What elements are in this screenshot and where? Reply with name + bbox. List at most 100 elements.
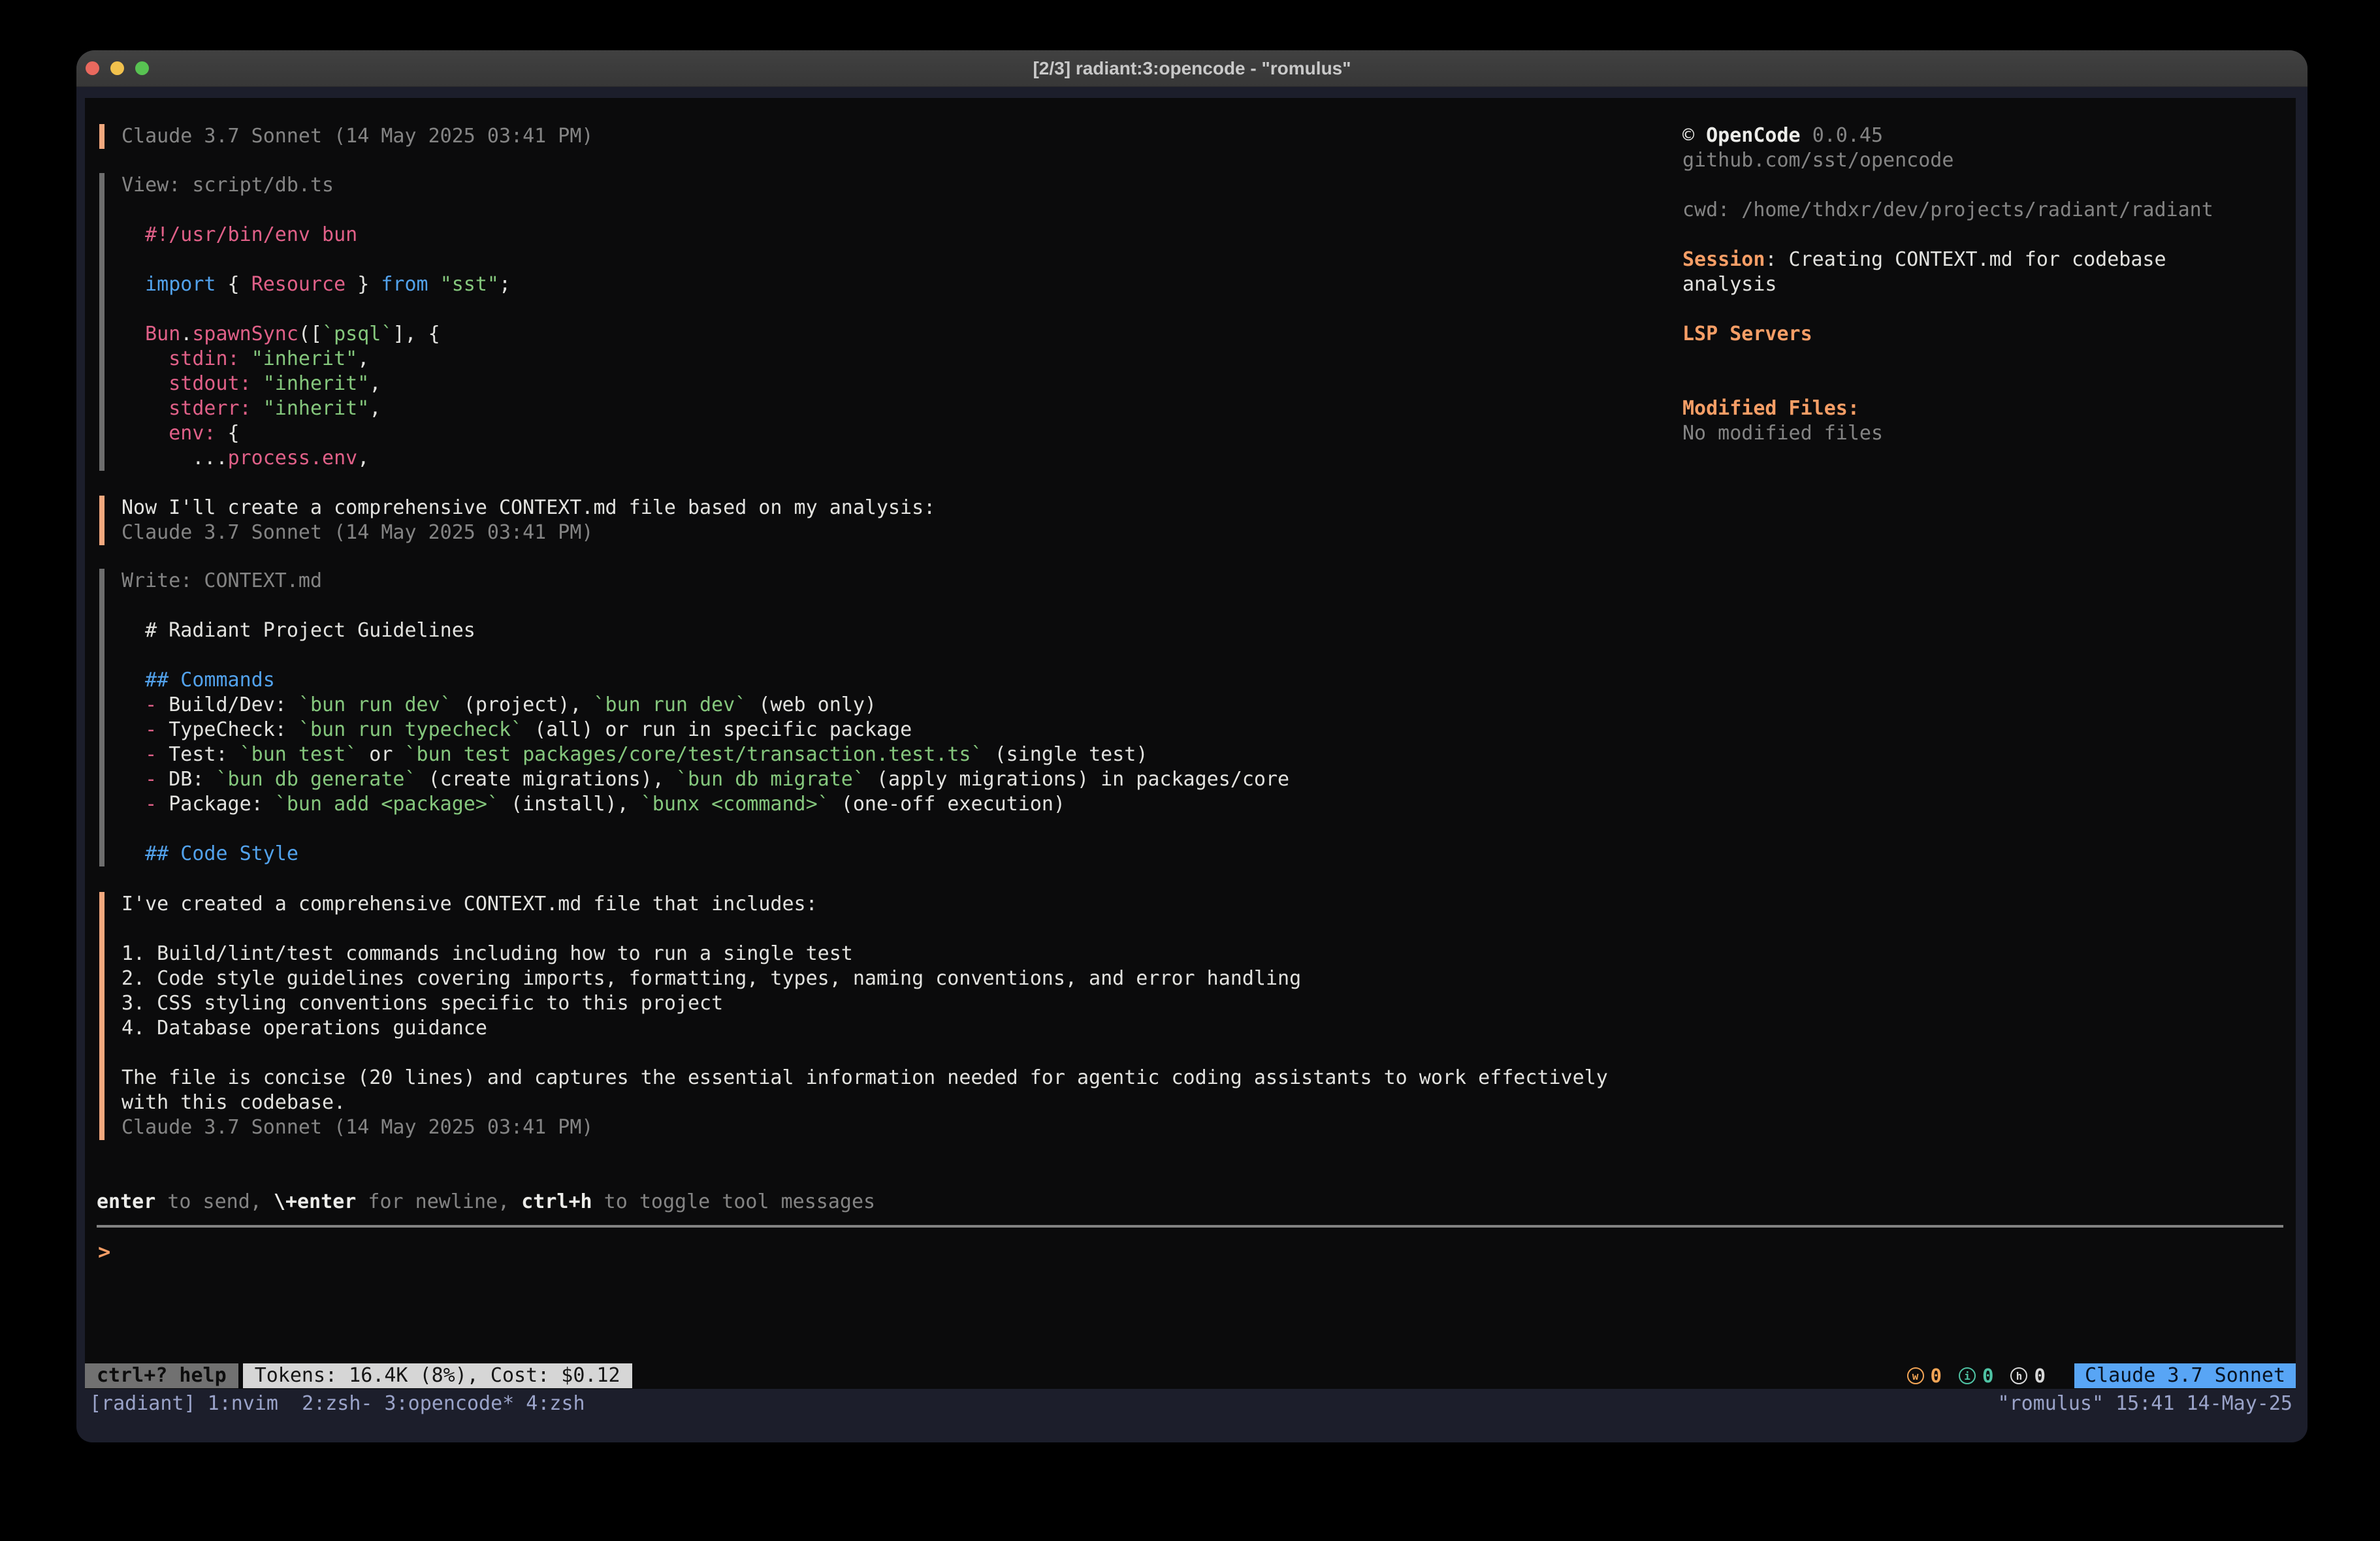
text-segment: (project),	[452, 693, 594, 716]
terminal-line	[1682, 347, 2213, 372]
terminal-line	[121, 594, 1289, 618]
terminal-line: - TypeCheck: `bun run typecheck` (all) o…	[121, 718, 1289, 742]
text-segment: `bun run dev`	[594, 693, 747, 716]
text-segment: `bun add <package>`	[275, 793, 499, 816]
terminal-line	[1682, 173, 2213, 198]
text-segment: 3. CSS styling conventions specific to t…	[121, 992, 723, 1015]
text-segment: `psql`	[322, 323, 393, 345]
prompt-caret-icon: >	[98, 1239, 110, 1264]
text-segment: -	[145, 768, 157, 791]
terminal-window: [2/3] radiant:3:opencode - "romulus" Cla…	[76, 50, 2308, 1442]
text-segment: \+enter	[274, 1190, 356, 1213]
text-segment: "inherit"	[263, 397, 370, 420]
terminal-line: Modified Files:	[1682, 396, 2213, 421]
terminal-line: Claude 3.7 Sonnet (14 May 2025 03:41 PM)	[121, 124, 593, 149]
text-segment: OpenCode	[1706, 124, 1801, 147]
text-segment: to send,	[155, 1190, 274, 1213]
diagnostic-hint: h0	[2010, 1365, 2045, 1387]
text-segment: DB:	[157, 768, 216, 791]
text-segment: (create migrations),	[417, 768, 676, 791]
close-button[interactable]	[86, 61, 99, 75]
text-segment: "sst"	[440, 273, 499, 296]
terminal-line: import { Resource } from "sst";	[121, 272, 511, 297]
terminal-line: 4. Database operations guidance	[121, 1016, 1608, 1041]
text-segment: (apply migrations) in packages/core	[865, 768, 1289, 791]
text-segment	[121, 347, 169, 370]
text-segment: stdin:	[169, 347, 239, 370]
text-segment: or	[357, 743, 404, 766]
help-chip: ctrl+? help	[85, 1363, 238, 1388]
terminal-line: stderr: "inherit",	[121, 396, 511, 421]
text-segment: .	[180, 323, 192, 345]
text-segment: ## Code Style	[121, 842, 298, 865]
text-segment: (single test)	[983, 743, 1148, 766]
titlebar[interactable]: [2/3] radiant:3:opencode - "romulus"	[76, 50, 2308, 87]
terminal-line: Claude 3.7 Sonnet (14 May 2025 03:41 PM)	[121, 520, 935, 545]
warning-count: 0	[1931, 1365, 1942, 1387]
terminal-line	[121, 917, 1608, 942]
text-segment	[121, 768, 145, 791]
text-segment: 4. Database operations guidance	[121, 1017, 487, 1040]
terminal-line: ## Commands	[121, 668, 1289, 693]
zoom-button[interactable]	[135, 61, 149, 75]
text-segment	[121, 223, 145, 246]
text-segment: `bun db generate`	[216, 768, 417, 791]
minimize-button[interactable]	[110, 61, 124, 75]
session-sidebar: © OpenCode 0.0.45github.com/sst/opencode…	[1682, 123, 2213, 446]
text-segment	[121, 397, 169, 420]
text-segment: `bun test`	[240, 743, 358, 766]
terminal-pane[interactable]: Claude 3.7 Sonnet (14 May 2025 03:41 PM)…	[85, 98, 2296, 1389]
text-segment: env:	[169, 422, 216, 445]
terminal-line	[121, 1041, 1608, 1066]
tmux-host-datetime: "romulus" 15:41 14-May-25	[1997, 1391, 2292, 1416]
terminal-line: I've created a comprehensive CONTEXT.md …	[121, 892, 1608, 917]
text-segment: from	[381, 273, 428, 296]
window-title: [2/3] radiant:3:opencode - "romulus"	[76, 50, 2308, 86]
terminal-line	[1682, 297, 2213, 322]
terminal-line: #!/usr/bin/env bun	[121, 223, 511, 247]
text-segment: -	[145, 793, 157, 816]
text-segment: ,	[357, 347, 369, 370]
text-segment	[121, 372, 169, 395]
text-segment: ([	[298, 323, 322, 345]
text-segment: The file is concise (20 lines) and captu…	[121, 1066, 1608, 1089]
text-segment: 0.0.45	[1812, 124, 1883, 147]
terminal-line	[121, 643, 1289, 668]
text-segment: Build/Dev:	[157, 693, 298, 716]
text-segment: ;	[499, 273, 511, 296]
tool-message-write-file: Write: CONTEXT.md # Radiant Project Guid…	[99, 569, 1289, 866]
terminal-line: The file is concise (20 lines) and captu…	[121, 1066, 1608, 1090]
text-segment	[121, 693, 145, 716]
terminal-line: LSP Servers	[1682, 322, 2213, 347]
text-segment: ## Commands	[121, 669, 275, 691]
text-segment	[121, 718, 145, 741]
assistant-message-intro: Now I'll create a comprehensive CONTEXT.…	[99, 496, 935, 545]
text-segment: github.com/sst/opencode	[1682, 149, 1954, 172]
text-segment: ], {	[393, 323, 440, 345]
text-segment: LSP Servers	[1682, 323, 1812, 345]
text-segment: Resource	[251, 273, 346, 296]
tmux-session-windows[interactable]: [radiant] 1:nvim 2:zsh- 3:opencode* 4:zs…	[89, 1391, 585, 1416]
terminal-line: © OpenCode 0.0.45	[1682, 123, 2213, 148]
text-segment	[251, 397, 263, 420]
text-segment: Claude 3.7 Sonnet (14 May 2025 03:41 PM)	[121, 1116, 593, 1139]
prompt-input[interactable]: >	[98, 1239, 110, 1264]
text-segment	[121, 793, 145, 816]
status-bar: ctrl+? help Tokens: 16.4K (8%), Cost: $0…	[85, 1363, 2296, 1388]
text-segment: analysis	[1682, 273, 1777, 296]
text-segment: Claude 3.7 Sonnet (14 May 2025 03:41 PM)	[121, 125, 593, 148]
terminal-line: Write: CONTEXT.md	[121, 569, 1289, 594]
text-segment: #!/usr/bin/env bun	[145, 223, 357, 246]
text-segment	[121, 273, 145, 296]
text-segment: Now I'll create a comprehensive CONTEXT.…	[121, 496, 935, 519]
text-segment: (all) or run in specific package	[523, 718, 912, 741]
terminal-line	[121, 198, 511, 223]
terminal-line: 3. CSS styling conventions specific to t…	[121, 991, 1608, 1016]
terminal-line: No modified files	[1682, 421, 2213, 446]
tmux-status-bar: [radiant] 1:nvim 2:zsh- 3:opencode* 4:zs…	[89, 1391, 2292, 1416]
text-segment: {	[216, 422, 240, 445]
text-segment: Package:	[157, 793, 275, 816]
assistant-message-summary: I've created a comprehensive CONTEXT.md …	[99, 892, 1608, 1140]
model-chip: Claude 3.7 Sonnet	[2074, 1363, 2296, 1388]
terminal-line: ## Code Style	[121, 842, 1289, 866]
